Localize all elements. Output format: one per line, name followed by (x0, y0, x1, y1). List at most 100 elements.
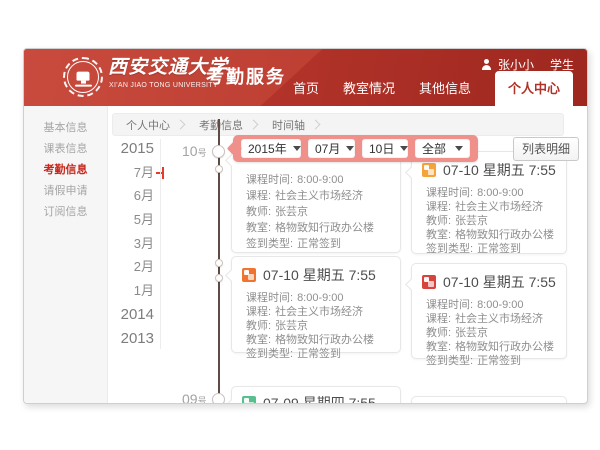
card-field: 教室: 格物致知行政办公楼 (246, 333, 390, 347)
field-label: 签到类型: (426, 243, 473, 255)
timeline-node (215, 259, 223, 267)
card-field: 教师:张芸京 (426, 326, 556, 340)
field-value: 社会主义市场经济 (455, 201, 543, 213)
card-field: 课程:社会主义市场经济 (426, 200, 556, 214)
nav-item-classrooms[interactable]: 教室情况 (343, 78, 395, 106)
field-value: 格物致知行政办公楼 (455, 229, 554, 241)
card-field: 教室:格物致知行政办公楼 (426, 340, 556, 354)
field-label: 教师: (246, 206, 271, 218)
card-field: 教室:格物致知行政办公楼 (246, 220, 390, 236)
card-field: 教师: 张芸京 (246, 319, 390, 333)
day-marker-10[interactable]: 10号 (182, 143, 207, 161)
nav-item-other-info[interactable]: 其他信息 (419, 78, 471, 106)
scale-month-2[interactable]: 2月 (64, 255, 154, 279)
day-suffix: 号 (198, 148, 207, 158)
scale-month-1[interactable]: 1月 (64, 279, 154, 303)
card-fields: 课程时间: 8:00-9:00 课程:社会主义市场经济 教师: 张芸京 教室: 格物致… (232, 285, 400, 361)
field-label: 签到类型: (426, 355, 473, 367)
day-marker-09[interactable]: 09号 (182, 391, 207, 404)
nav-tab-personal-center[interactable]: 个人中心 (495, 71, 573, 106)
field-value: 张芸京 (275, 320, 308, 332)
scale-year-2013[interactable]: 2013 (64, 327, 154, 351)
card-field: 课程时间: 8:00-9:00 (246, 172, 390, 188)
day-number: 10 (182, 143, 198, 159)
month-dropdown[interactable]: 07月 (308, 139, 355, 158)
field-label: 课程: (246, 306, 271, 318)
scale-month-6[interactable]: 6月 (64, 184, 154, 208)
nav-item-home[interactable]: 首页 (293, 78, 319, 106)
card-field: 签到类型:正常签到 (426, 354, 556, 368)
field-value: 格物致知行政办公楼 (455, 341, 554, 353)
month-value: 07月 (315, 140, 340, 157)
scale-month-3[interactable]: 3月 (64, 232, 154, 256)
breadcrumb-timeline[interactable]: 时间轴 (259, 117, 318, 133)
breadcrumb: 个人中心 考勤信息 时间轴 (112, 113, 564, 136)
field-value: 8:00-9:00 (297, 174, 343, 186)
sidebar-item-basic-info[interactable]: 基本信息 (24, 118, 107, 139)
card-field: 课程时间: 8:00-9:00 (426, 186, 556, 200)
field-label: 教室: (426, 229, 451, 241)
day-number: 09 (182, 391, 198, 404)
event-type-icon (242, 396, 256, 404)
page: 西安交通大学 XI'AN JIAO TONG UNIVERSITY 考勤服务 张… (0, 0, 600, 450)
field-value: 正常签到 (297, 238, 341, 250)
scale-month-7[interactable]: 7月 (64, 161, 154, 185)
university-logo-icon (63, 57, 103, 97)
card-field: 课程:社会主义市场经济 (246, 305, 390, 319)
day-suffix: 号 (198, 396, 207, 404)
person-icon (481, 59, 492, 70)
app-header: 西安交通大学 XI'AN JIAO TONG UNIVERSITY 考勤服务 张… (24, 49, 587, 106)
field-label: 课程时间: (426, 187, 473, 199)
field-value: 8:00-9:00 (477, 187, 523, 199)
scale-year-2015[interactable]: 2015 (64, 137, 154, 161)
field-value: 张芸京 (275, 206, 308, 218)
field-value: 8:00-9:00 (477, 299, 523, 311)
field-value: 张芸京 (455, 327, 488, 339)
caret-down-icon (400, 146, 408, 151)
field-value: 8:00-9:00 (297, 292, 343, 304)
field-value: 社会主义市场经济 (455, 313, 543, 325)
event-type-icon (422, 275, 436, 289)
timeline-node (212, 145, 225, 158)
card-fields: 课程时间: 8:00-9:00 课程:社会主义市场经济 教师:张芸京 教室: 格物致… (412, 180, 566, 256)
scale-month-5[interactable]: 5月 (64, 208, 154, 232)
field-label: 课程时间: (246, 292, 293, 304)
breadcrumb-personal-center[interactable]: 个人中心 (113, 117, 183, 133)
timeline-node (215, 274, 223, 282)
event-type-icon (422, 163, 436, 177)
card-field: 教师:张芸京 (426, 214, 556, 228)
caret-down-icon (293, 146, 301, 151)
day-dropdown[interactable]: 10日 (362, 139, 408, 158)
card-field: 课程:社会主义市场经济 (246, 188, 390, 204)
type-dropdown[interactable]: 全部 (415, 139, 470, 158)
field-label: 教师: (246, 320, 271, 332)
breadcrumb-attendance-info[interactable]: 考勤信息 (186, 117, 256, 133)
event-type-icon (242, 268, 256, 282)
caret-down-icon (455, 146, 463, 151)
app-title: 考勤服务 (206, 63, 286, 89)
card-header: 07-10 星期五 7:55 (232, 257, 400, 285)
field-value: 格物致知行政办公楼 (275, 334, 374, 346)
list-detail-button[interactable]: 列表明细 (513, 137, 579, 161)
event-card: 07-09 星期四 7:55 (231, 386, 401, 404)
event-card: 07-10 星期五 7:55 课程时间: 8:00-9:00 课程:社会主义市场经… (231, 256, 401, 353)
card-header: 07-09 星期四 7:55 (232, 387, 400, 404)
field-label: 课程时间: (246, 174, 293, 186)
caret-down-icon (346, 146, 354, 151)
card-title: 07-09 星期四 7:55 (263, 393, 376, 404)
card-title: 07-10 星期五 7:55 (443, 160, 556, 180)
scale-year-2014[interactable]: 2014 (64, 303, 154, 327)
field-label: 课程: (246, 190, 271, 202)
current-month-marker (162, 167, 164, 179)
card-field: 签到类型:正常签到 (246, 236, 390, 252)
timeline-scale: 2015 7月 6月 5月 3月 2月 1月 2014 2013 (64, 137, 154, 350)
field-value: 张芸京 (455, 215, 488, 227)
attendance-window: 西安交通大学 XI'AN JIAO TONG UNIVERSITY 考勤服务 张… (23, 48, 588, 404)
field-label: 教室: (246, 334, 271, 346)
card-field: 教室: 格物致知行政办公楼 (426, 228, 556, 242)
event-card: 07-10 星期五 7:55 课程时间:8:00-9:00 课程:社会主义市场经… (411, 263, 567, 359)
field-label: 签到类型: (246, 348, 293, 360)
card-field: 签到类型:正常签到 (246, 347, 390, 361)
year-dropdown[interactable]: 2015年 (241, 139, 301, 158)
filter-bar-tail (227, 141, 243, 157)
